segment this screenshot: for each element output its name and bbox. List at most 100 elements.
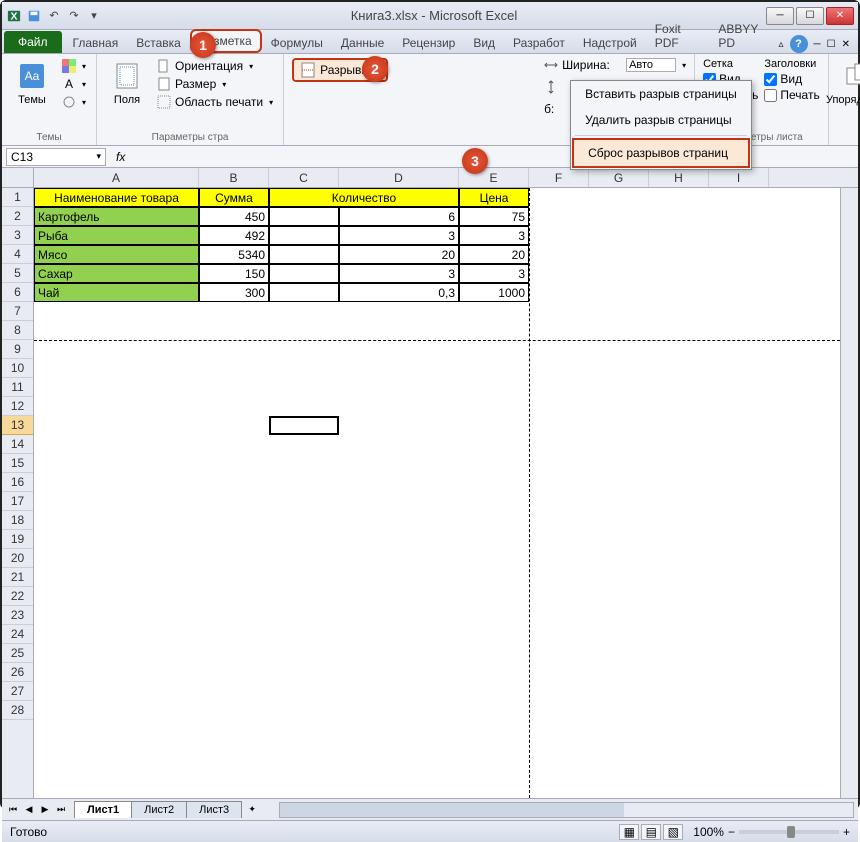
- tab-file[interactable]: Файл: [4, 31, 62, 53]
- theme-fonts-button[interactable]: A▾: [60, 76, 88, 92]
- column-header-G[interactable]: G: [589, 168, 649, 187]
- doc-minimize-icon[interactable]: ─: [814, 39, 821, 50]
- row-header-27[interactable]: 27: [2, 682, 33, 701]
- row-header-20[interactable]: 20: [2, 549, 33, 568]
- row-header-18[interactable]: 18: [2, 511, 33, 530]
- row-header-15[interactable]: 15: [2, 454, 33, 473]
- cell-B2[interactable]: 450: [199, 207, 269, 226]
- cell-B1[interactable]: Сумма: [199, 188, 269, 207]
- cell-A5[interactable]: Сахар: [34, 264, 199, 283]
- cell-D2[interactable]: 6: [339, 207, 459, 226]
- row-header-3[interactable]: 3: [2, 226, 33, 245]
- sheet-nav-last[interactable]: ⏭: [54, 803, 68, 817]
- row-header-11[interactable]: 11: [2, 378, 33, 397]
- arrange-button[interactable]: Упорядочить: [837, 58, 860, 108]
- row-header-10[interactable]: 10: [2, 359, 33, 378]
- column-header-B[interactable]: B: [199, 168, 269, 187]
- cell-C6[interactable]: [269, 283, 339, 302]
- cell-C5[interactable]: [269, 264, 339, 283]
- view-break-button[interactable]: ▧: [663, 824, 683, 840]
- cell-D5[interactable]: 3: [339, 264, 459, 283]
- cell-A1[interactable]: Наименование товара: [34, 188, 199, 207]
- theme-colors-button[interactable]: ▾: [60, 58, 88, 74]
- cell-A6[interactable]: Чай: [34, 283, 199, 302]
- cell-E3[interactable]: 3: [459, 226, 529, 245]
- horizontal-scrollbar[interactable]: [279, 802, 854, 818]
- view-normal-button[interactable]: ▦: [619, 824, 639, 840]
- cell-B6[interactable]: 300: [199, 283, 269, 302]
- save-icon[interactable]: [26, 8, 42, 24]
- cell-A2[interactable]: Картофель: [34, 207, 199, 226]
- headings-print-checkbox[interactable]: [764, 89, 777, 102]
- qat-more-icon[interactable]: ▾: [86, 8, 102, 24]
- redo-icon[interactable]: ↷: [66, 8, 82, 24]
- cell-C2[interactable]: [269, 207, 339, 226]
- tab-abbyy[interactable]: ABBYY PD: [709, 18, 778, 53]
- tab-foxit[interactable]: Foxit PDF: [646, 18, 710, 53]
- view-layout-button[interactable]: ▤: [641, 824, 661, 840]
- row-header-4[interactable]: 4: [2, 245, 33, 264]
- cell-C4[interactable]: [269, 245, 339, 264]
- cell-B3[interactable]: 492: [199, 226, 269, 245]
- row-header-7[interactable]: 7: [2, 302, 33, 321]
- row-header-21[interactable]: 21: [2, 568, 33, 587]
- row-header-8[interactable]: 8: [2, 321, 33, 340]
- row-header-12[interactable]: 12: [2, 397, 33, 416]
- zoom-in-button[interactable]: +: [843, 825, 850, 839]
- column-header-C[interactable]: C: [269, 168, 339, 187]
- cell-A4[interactable]: Мясо: [34, 245, 199, 264]
- menu-reset-breaks[interactable]: Сброс разрывов страниц: [572, 138, 750, 168]
- tab-data[interactable]: Данные: [332, 32, 393, 53]
- sheet-tab-2[interactable]: Лист2: [131, 801, 187, 818]
- column-header-F[interactable]: F: [529, 168, 589, 187]
- tab-formulas[interactable]: Формулы: [262, 32, 332, 53]
- row-header-6[interactable]: 6: [2, 283, 33, 302]
- print-area-button[interactable]: Область печати▾: [155, 94, 275, 110]
- row-header-25[interactable]: 25: [2, 644, 33, 663]
- column-header-H[interactable]: H: [649, 168, 709, 187]
- close-button[interactable]: ✕: [826, 7, 854, 25]
- cell-E2[interactable]: 75: [459, 207, 529, 226]
- cell-D6[interactable]: 0,3: [339, 283, 459, 302]
- cell-B4[interactable]: 5340: [199, 245, 269, 264]
- row-header-16[interactable]: 16: [2, 473, 33, 492]
- column-header-I[interactable]: I: [709, 168, 769, 187]
- name-box[interactable]: C13▾: [6, 148, 106, 166]
- tab-view[interactable]: Вид: [464, 32, 504, 53]
- cell-C13[interactable]: [269, 416, 339, 435]
- headings-view-checkbox[interactable]: [764, 73, 777, 86]
- cell-E4[interactable]: 20: [459, 245, 529, 264]
- row-header-17[interactable]: 17: [2, 492, 33, 511]
- select-all-corner[interactable]: [2, 168, 34, 188]
- zoom-out-button[interactable]: −: [728, 825, 735, 839]
- row-header-13[interactable]: 13: [2, 416, 33, 435]
- row-header-19[interactable]: 19: [2, 530, 33, 549]
- cells-area[interactable]: Наименование товараСуммаКоличествоЦена Ка…: [34, 188, 840, 798]
- cell-D3[interactable]: 3: [339, 226, 459, 245]
- new-sheet-button[interactable]: ✦: [245, 803, 259, 817]
- menu-remove-break[interactable]: Удалить разрыв страницы: [571, 107, 751, 133]
- sheet-nav-next[interactable]: ▶: [38, 803, 52, 817]
- tab-addins[interactable]: Надстрой: [574, 32, 646, 53]
- cell-E5[interactable]: 3: [459, 264, 529, 283]
- column-header-D[interactable]: D: [339, 168, 459, 187]
- theme-effects-button[interactable]: ▾: [60, 94, 88, 110]
- row-header-5[interactable]: 5: [2, 264, 33, 283]
- vertical-scrollbar[interactable]: [840, 188, 858, 798]
- tab-review[interactable]: Рецензир: [393, 32, 464, 53]
- sheet-nav-prev[interactable]: ◀: [22, 803, 36, 817]
- doc-restore-icon[interactable]: ☐: [827, 39, 836, 50]
- sheet-nav-first[interactable]: ⏮: [6, 803, 20, 817]
- tab-developer[interactable]: Разработ: [504, 32, 574, 53]
- zoom-slider[interactable]: [739, 830, 839, 834]
- help-icon[interactable]: ?: [790, 35, 808, 53]
- menu-insert-break[interactable]: Вставить разрыв страницы: [571, 81, 751, 107]
- doc-close-icon[interactable]: ✕: [842, 39, 850, 50]
- cell-C1[interactable]: Количество: [269, 188, 459, 207]
- margins-button[interactable]: Поля: [105, 58, 149, 108]
- row-header-26[interactable]: 26: [2, 663, 33, 682]
- row-header-22[interactable]: 22: [2, 587, 33, 606]
- cell-E1[interactable]: Цена: [459, 188, 529, 207]
- cell-E6[interactable]: 1000: [459, 283, 529, 302]
- row-header-2[interactable]: 2: [2, 207, 33, 226]
